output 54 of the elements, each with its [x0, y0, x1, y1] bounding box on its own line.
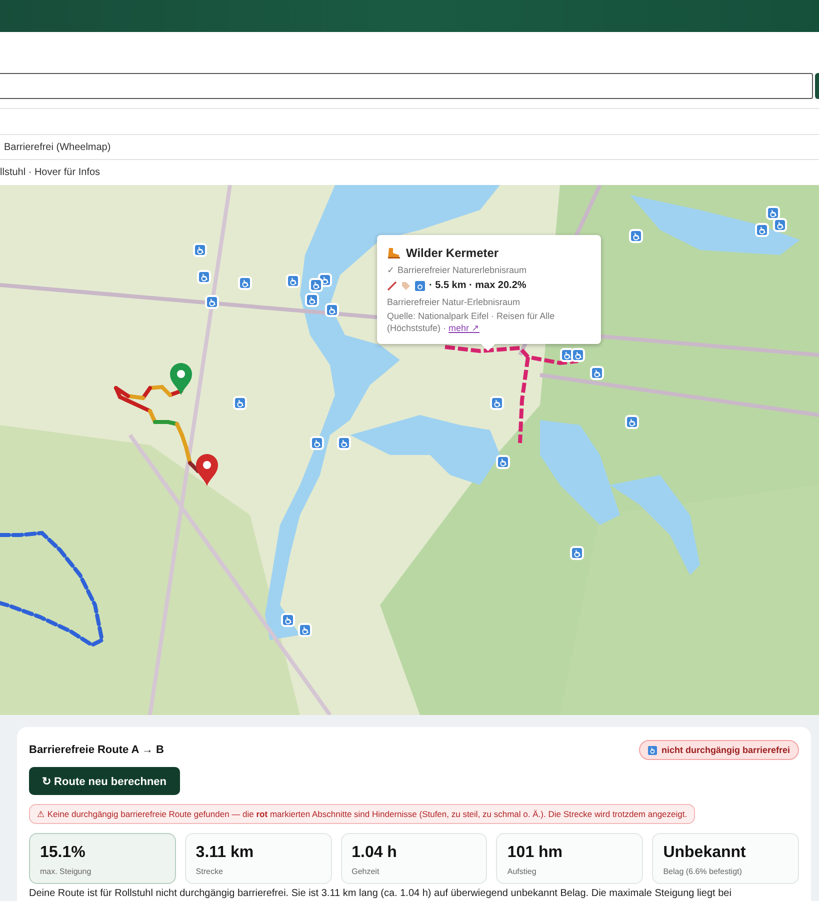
wheelchair-marker-icon[interactable] — [755, 223, 769, 237]
popup-source: Quelle: Nationalpark Eifel · Reisen für Alle (Höchststufe) · mehr ↗ — [387, 310, 556, 334]
wheelchair-marker-icon[interactable] — [309, 278, 323, 292]
wheelchair-marker-icon[interactable] — [490, 396, 504, 410]
wheelchair-marker-icon[interactable] — [298, 623, 312, 637]
wheelchair-marker-icon[interactable] — [197, 270, 211, 284]
popup-description: Barrierefreier Natur-Erlebnisraum — [387, 296, 522, 308]
wheelchair-marker-icon[interactable] — [337, 436, 351, 450]
stat-label: Belag (6.6% befestigt) — [663, 867, 743, 876]
recalculate-button[interactable]: ↻ Route neu berechnen — [29, 767, 180, 795]
wheelchair-marker-icon[interactable] — [193, 243, 207, 257]
wheelchair-marker-icon[interactable] — [286, 274, 300, 288]
start-marker-icon[interactable] — [170, 363, 192, 395]
wheelchair-marker-icon[interactable] — [233, 396, 247, 410]
popup-title: Wilder Kermeter — [406, 245, 499, 262]
wheelchair-marker-icon[interactable] — [325, 303, 339, 317]
stat-label: Strecke — [196, 867, 224, 876]
wheelchair-icon — [415, 281, 425, 292]
stat-value: 3.11 km — [196, 844, 255, 862]
route-summary: Deine Route ist für Rollstuhl nicht durchgängig barrierefrei. Sie ist 3.11 km lang (ca. 1.04 h) auf überwiegend unbekannt Belag. Die maximale Steigung liegt bei — [29, 887, 732, 900]
wheelchair-marker-icon[interactable] — [773, 218, 787, 232]
stat-value: 1.04 h — [352, 844, 398, 862]
search-button[interactable] — [815, 72, 819, 98]
wheelchair-marker-icon[interactable] — [496, 455, 510, 469]
layer-label[interactable]: Barrierefrei (Wheelmap) — [4, 142, 111, 152]
stat-value: 101 hm — [507, 844, 564, 862]
search-field[interactable] — [0, 72, 813, 98]
warning-message: ⚠ Keine durchgängig barrierefreie Route gefunden — die rot markierten Abschnitte sind Hindernisse (Stufen, zu steil, zu schmal o. Ä.). Die Strecke wird trotzdem angezeigt. — [29, 804, 696, 824]
path-icon — [387, 281, 397, 292]
tag-icon — [401, 281, 411, 292]
boot-icon — [387, 247, 401, 260]
end-marker-icon[interactable] — [196, 454, 218, 486]
stat-value: Unbekannt — [663, 844, 747, 862]
wheelchair-marker-icon[interactable] — [625, 415, 639, 429]
more-link[interactable]: mehr ↗ — [448, 323, 480, 334]
popup-stats: · 5.5 km · max 20.2% — [429, 279, 526, 293]
stat-label: Gehzeit — [352, 867, 380, 876]
wheelchair-marker-icon[interactable] — [571, 348, 585, 362]
wheelchair-marker-icon[interactable] — [310, 436, 324, 450]
wheelchair-marker-icon[interactable] — [238, 276, 252, 290]
wheelchair-marker-icon[interactable] — [629, 229, 643, 243]
popup-subtitle: ✓ Barrierefreier Naturerlebnisraum — [387, 264, 528, 276]
wheelchair-marker-icon[interactable] — [570, 546, 584, 560]
accessibility-badge: nicht durchgängig barrierefrei — [639, 740, 799, 760]
stat-label: Aufstieg — [507, 867, 538, 876]
wheelchair-marker-icon[interactable] — [205, 295, 219, 309]
route-title: Barrierefreie Route A → B — [29, 744, 164, 756]
wheelchair-marker-icon[interactable] — [590, 366, 604, 380]
wheelchair-icon — [648, 746, 658, 754]
wheelchair-marker-icon[interactable] — [281, 613, 295, 627]
stat-label: max. Steigung — [40, 867, 92, 876]
map-hint: llstuhl · Hover für Infos — [0, 167, 100, 178]
wheelchair-marker-icon[interactable] — [305, 293, 319, 307]
stat-value: 15.1% — [40, 844, 86, 862]
